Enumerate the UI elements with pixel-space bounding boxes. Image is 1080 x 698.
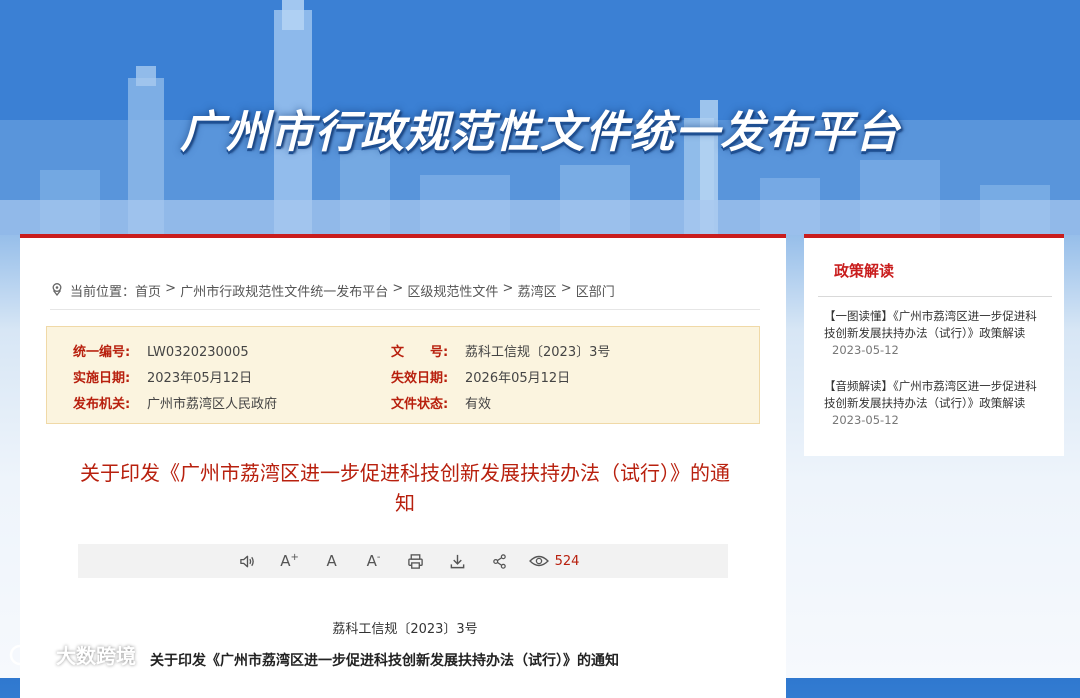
location-pin-icon: [52, 283, 62, 296]
meta-doc-value: 荔科工信规〔2023〕3号: [465, 345, 611, 360]
side-panel-divider: [818, 296, 1052, 297]
font-decrease-sign: -: [376, 552, 381, 563]
breadcrumb-department[interactable]: 区部门: [576, 281, 615, 300]
platform-title: 广州市行政规范性文件统一发布平台: [180, 107, 900, 158]
breadcrumb-separator: >: [388, 281, 408, 296]
speaker-icon: [240, 555, 254, 567]
share-icon: [493, 553, 506, 569]
font-normal-button[interactable]: A: [311, 544, 353, 578]
printer-icon: [408, 553, 423, 569]
side-item-date: 2023-05-12: [832, 413, 899, 427]
font-increase-sign: +: [290, 552, 299, 563]
watermark-logo-icon: [9, 643, 49, 666]
reading-toolbar: A+ A A- 524: [78, 544, 728, 578]
side-item-text: 【一图读懂】《广州市荔湾区进一步促进科技创新发展扶持办法（试行）》政策解读: [824, 309, 1037, 340]
view-count-value: 524: [554, 553, 580, 569]
meta-expire-value: 2026年05月12日: [465, 371, 571, 386]
main-content-panel: 当前位置： 首页 > 广州市行政规范性文件统一发布平台 > 区级规范性文件 > …: [20, 234, 786, 698]
watermark-text: 大数跨境: [56, 644, 136, 668]
side-panel-title: 政策解读: [834, 262, 895, 280]
meta-expire-row: 失效日期: 2026年05月12日: [391, 367, 570, 386]
side-item-infographic[interactable]: 【一图读懂】《广州市荔湾区进一步促进科技创新发展扶持办法（试行）》政策解读 202…: [824, 308, 1046, 359]
download-icon: [450, 554, 465, 568]
watermark: 大数跨境: [8, 640, 136, 669]
meta-code-row: 统一编号: LW0320230005: [73, 341, 249, 360]
font-increase-icon: A+: [280, 552, 299, 570]
meta-issuer-value: 广州市荔湾区人民政府: [147, 397, 278, 412]
breadcrumb-separator: >: [556, 281, 576, 296]
breadcrumb-platform[interactable]: 广州市行政规范性文件统一发布平台: [180, 281, 388, 300]
side-item-text: 【音频解读】《广州市荔湾区进一步促进科技创新发展扶持办法（试行）》政策解读: [824, 379, 1037, 410]
side-item-date: 2023-05-12: [832, 343, 899, 357]
breadcrumb-liwan[interactable]: 荔湾区: [518, 281, 557, 300]
breadcrumb-prefix: 当前位置：: [70, 285, 136, 300]
eye-icon: [528, 555, 549, 567]
meta-doc-label: 文 号:: [391, 345, 449, 360]
meta-issuer-label: 发布机关:: [73, 397, 131, 412]
document-metadata-box: 统一编号: LW0320230005 文 号: 荔科工信规〔2023〕3号 实施日期…: [46, 326, 760, 424]
font-decrease-letter: A: [366, 552, 377, 570]
policy-interpretation-panel: 政策解读 【一图读懂】《广州市荔湾区进一步促进科技创新发展扶持办法（试行）》政策…: [804, 234, 1064, 456]
font-decrease-button[interactable]: A-: [353, 544, 395, 578]
meta-code-value: LW0320230005: [147, 345, 249, 360]
meta-impl-value: 2023年05月12日: [147, 371, 253, 386]
download-button[interactable]: [437, 544, 479, 578]
breadcrumb-district-docs[interactable]: 区级规范性文件: [407, 281, 498, 300]
breadcrumb-separator: >: [161, 281, 181, 296]
read-aloud-button[interactable]: [227, 544, 269, 578]
share-button[interactable]: [479, 544, 521, 578]
breadcrumb-home[interactable]: 首页: [135, 281, 161, 300]
meta-impl-row: 实施日期: 2023年05月12日: [73, 367, 252, 386]
font-increase-button[interactable]: A+: [269, 544, 311, 578]
font-increase-letter: A: [280, 552, 291, 570]
meta-code-label: 统一编号:: [73, 345, 131, 360]
font-decrease-icon: A-: [367, 552, 381, 570]
breadcrumb-separator: >: [498, 281, 518, 296]
font-normal-icon: A: [326, 552, 337, 570]
meta-expire-label: 失效日期:: [391, 371, 449, 386]
document-subtitle: 关于印发《广州市荔湾区进一步促进科技创新发展扶持办法（试行）》的通知: [150, 653, 619, 669]
meta-doc-row: 文 号: 荔科工信规〔2023〕3号: [391, 341, 610, 360]
header-banner: 广州市行政规范性文件统一发布平台: [0, 0, 1080, 235]
print-button[interactable]: [395, 544, 437, 578]
document-title: 关于印发《广州市荔湾区进一步促进科技创新发展扶持办法（试行）》的通知: [80, 461, 730, 515]
breadcrumb: 当前位置： 首页 > 广州市行政规范性文件统一发布平台 > 区级规范性文件 > …: [50, 281, 760, 310]
meta-status-label: 文件状态:: [391, 397, 449, 412]
meta-status-value: 有效: [465, 397, 492, 412]
meta-issuer-row: 发布机关: 广州市荔湾区人民政府: [73, 393, 277, 412]
side-item-audio[interactable]: 【音频解读】《广州市荔湾区进一步促进科技创新发展扶持办法（试行）》政策解读 202…: [824, 378, 1046, 429]
meta-impl-label: 实施日期:: [73, 371, 131, 386]
view-count: 524: [528, 553, 580, 569]
meta-status-row: 文件状态: 有效: [391, 393, 491, 412]
document-number: 荔科工信规〔2023〕3号: [332, 622, 478, 637]
